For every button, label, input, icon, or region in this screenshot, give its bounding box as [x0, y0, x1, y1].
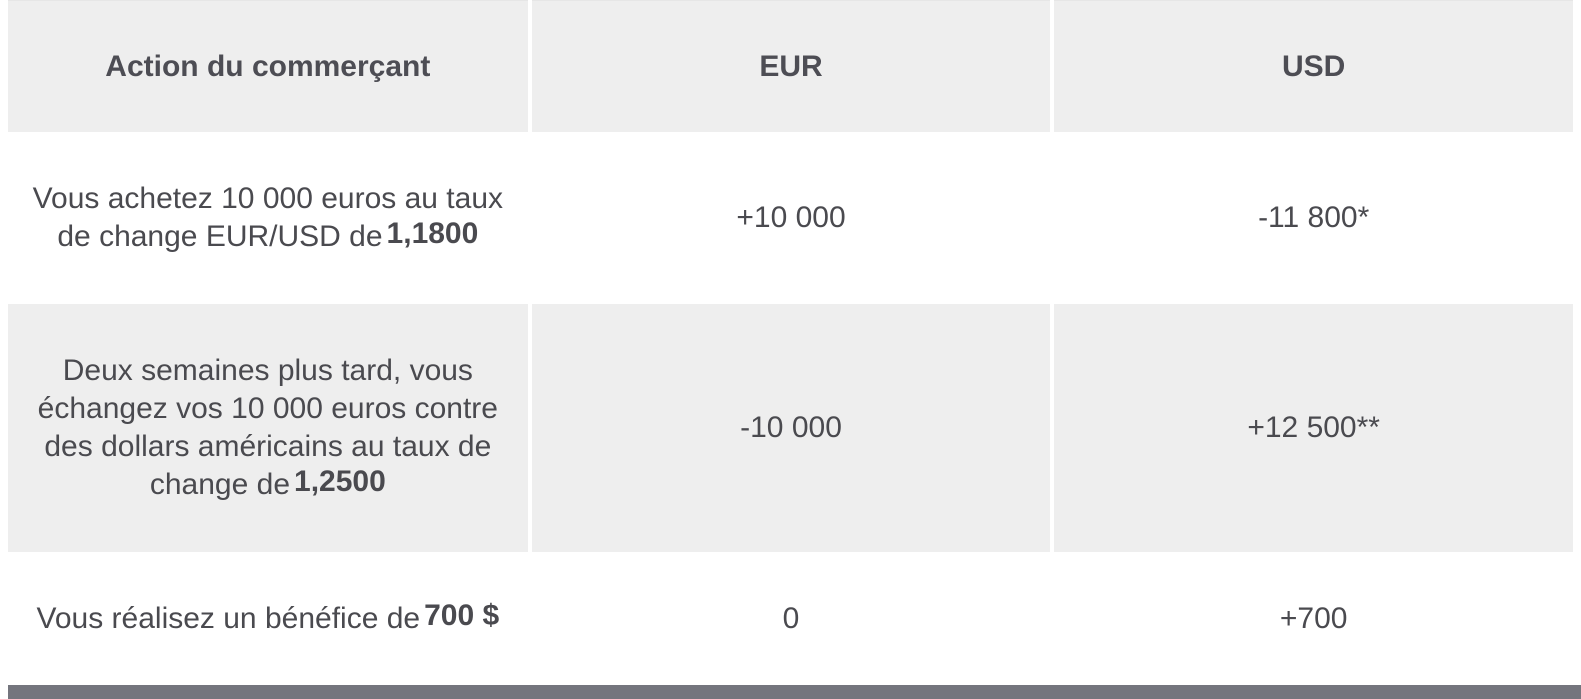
usd-cell: -11 800* — [1054, 132, 1573, 304]
eur-cell: 0 — [531, 552, 1051, 685]
action-text: Deux semaines plus tard, vous échangez v… — [37, 354, 498, 501]
table-row: Vous achetez 10 000 euros au taux de cha… — [8, 132, 1573, 304]
action-rate: 1,1800 — [386, 217, 479, 250]
footer-bar — [8, 685, 1581, 699]
table-row: Vous réalisez un bénéfice de 700 $ 0 +700 — [8, 552, 1573, 685]
eur-cell: -10 000 — [531, 304, 1051, 552]
action-cell: Vous réalisez un bénéfice de 700 $ — [8, 552, 528, 685]
header-usd: USD — [1054, 0, 1573, 132]
action-rate: 1,2500 — [294, 465, 386, 498]
trade-example-panel: Action du commerçant EUR USD Vous achete… — [0, 0, 1581, 699]
header-eur: EUR — [531, 0, 1051, 132]
usd-cell: +12 500** — [1054, 304, 1573, 552]
table-header-row: Action du commerçant EUR USD — [8, 0, 1573, 132]
eur-cell: +10 000 — [531, 132, 1051, 304]
table-row: Deux semaines plus tard, vous échangez v… — [8, 304, 1573, 552]
usd-cell: +700 — [1054, 552, 1573, 685]
trade-example-table: Action du commerçant EUR USD Vous achete… — [4, 0, 1577, 685]
header-action: Action du commerçant — [8, 0, 528, 132]
action-text: Vous réalisez un bénéfice de — [36, 601, 421, 635]
action-cell: Vous achetez 10 000 euros au taux de cha… — [8, 132, 528, 304]
action-profit: 700 $ — [424, 598, 500, 632]
action-cell: Deux semaines plus tard, vous échangez v… — [8, 304, 528, 552]
